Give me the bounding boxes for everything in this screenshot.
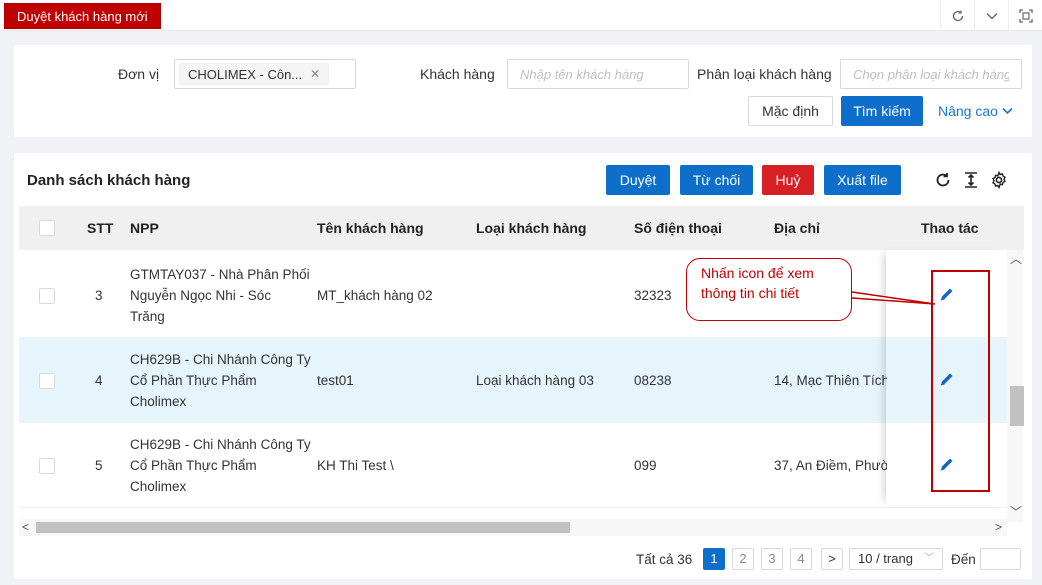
col-stt: STT	[87, 220, 114, 236]
annotation-callout: Nhấn icon để xem thông tin chi tiết	[686, 258, 852, 321]
vertical-scrollbar[interactable]: ︿ ﹀	[1007, 250, 1024, 522]
row-loai-kh: Loại khách hàng 03	[476, 373, 594, 388]
row-ten-kh: MT_khách hàng 02	[317, 288, 433, 303]
chevron-down-icon[interactable]	[974, 0, 1008, 31]
row-checkbox[interactable]	[39, 458, 55, 474]
table-row[interactable]: 4 CH629B - Chi Nhánh Công Ty Cổ Phần Thự…	[19, 338, 1009, 423]
reject-button[interactable]: Từ chối	[680, 165, 753, 195]
row-stt: 3	[95, 288, 103, 303]
row-sdt: 32323	[634, 288, 672, 303]
filter-panel: Đơn vị CHOLIMEX - Côn... ✕ Khách hàng Ph…	[14, 45, 1032, 137]
search-button[interactable]: Tìm kiếm	[841, 96, 923, 126]
fullscreen-icon[interactable]	[1008, 0, 1042, 31]
top-icons	[940, 0, 1042, 31]
row-sdt: 099	[634, 458, 657, 473]
row-npp-line: CH629B - Chi Nhánh Công Ty	[130, 352, 311, 367]
scroll-right-icon[interactable]: >	[995, 520, 1002, 534]
export-button[interactable]: Xuất file	[824, 165, 901, 195]
customer-list-panel: Danh sách khách hàng Duyệt Từ chối Huỷ X…	[14, 153, 1032, 579]
chevron-down-icon: ﹀	[924, 553, 934, 564]
don-vi-select[interactable]: CHOLIMEX - Côn... ✕	[174, 59, 356, 89]
row-stt: 5	[95, 458, 103, 473]
horizontal-scroll-thumb[interactable]	[36, 522, 570, 533]
row-dia-chi: 14, Mạc Thiên Tích,	[774, 373, 887, 388]
row-npp-line: GTMTAY037 - Nhà Phân Phối	[130, 267, 310, 282]
advanced-link[interactable]: Nâng cao	[938, 96, 1013, 126]
row-checkbox[interactable]	[39, 373, 55, 389]
column-height-icon[interactable]	[958, 167, 984, 193]
don-vi-tag-label: CHOLIMEX - Côn...	[188, 67, 303, 82]
table-header: STT NPP Tên khách hàng Loại khách hàng S…	[19, 206, 1024, 250]
page-1[interactable]: 1	[703, 548, 725, 570]
refresh-icon[interactable]	[940, 0, 974, 31]
cancel-button[interactable]: Huỷ	[762, 165, 814, 195]
row-ten-kh: KH Thi Test \	[317, 458, 394, 473]
scroll-left-icon[interactable]: <	[22, 520, 29, 534]
annotation-highlight-box	[931, 270, 990, 492]
goto-label: Đến	[951, 552, 976, 567]
col-npp: NPP	[130, 220, 159, 236]
annotation-line: Nhấn icon để xem	[701, 265, 814, 281]
approve-button[interactable]: Duyệt	[606, 165, 670, 195]
page-2[interactable]: 2	[732, 548, 754, 570]
advanced-link-label: Nâng cao	[938, 103, 998, 119]
tag-close-icon[interactable]: ✕	[310, 64, 320, 84]
row-npp-line: Cholimex	[130, 394, 187, 409]
col-sdt: Số điện thoại	[634, 220, 722, 236]
scroll-up-icon[interactable]: ︿	[1010, 250, 1022, 267]
khach-hang-input[interactable]	[507, 59, 689, 89]
page-4[interactable]: 4	[790, 548, 812, 570]
row-dia-chi: 37, An Điềm, Phườn	[774, 458, 887, 473]
table-row[interactable]: 5 CH629B - Chi Nhánh Công Ty Cổ Phần Thự…	[19, 423, 1009, 508]
page-size-select[interactable]: 10 / trang ﹀	[849, 548, 943, 570]
don-vi-label: Đơn vị	[118, 66, 160, 82]
row-npp-line: CH629B - Chi Nhánh Công Ty	[130, 437, 311, 452]
col-dia-chi: Địa chỉ	[774, 220, 820, 236]
settings-gear-icon[interactable]	[986, 167, 1012, 193]
page-size-value: 10 / trang	[858, 551, 913, 566]
col-ten-kh: Tên khách hàng	[317, 220, 424, 236]
annotation-line: thông tin chi tiết	[701, 285, 800, 301]
khach-hang-label: Khách hàng	[420, 66, 495, 82]
col-loai-kh: Loại khách hàng	[476, 220, 587, 236]
goto-page-input[interactable]	[980, 548, 1021, 570]
row-stt: 4	[95, 373, 103, 388]
total-count: Tất cả 36	[636, 552, 693, 567]
row-npp-line: Cổ Phần Thực Phẩm	[130, 373, 257, 388]
row-npp-line: Nguyễn Ngọc Nhi - Sóc	[130, 288, 272, 303]
row-checkbox[interactable]	[39, 288, 55, 304]
phan-loai-label: Phân loại khách hàng	[697, 66, 832, 82]
top-bar: Duyệt khách hàng mới	[0, 0, 1042, 31]
row-npp-line: Cổ Phần Thực Phẩm	[130, 458, 257, 473]
row-ten-kh: test01	[317, 373, 354, 388]
page-3[interactable]: 3	[761, 548, 783, 570]
list-title: Danh sách khách hàng	[27, 172, 191, 189]
row-npp-line: Trăng	[130, 309, 165, 324]
reload-icon[interactable]	[930, 167, 956, 193]
select-all-checkbox[interactable]	[39, 220, 55, 236]
col-thao-tac: Thao tác	[921, 220, 979, 236]
page-tab-title[interactable]: Duyệt khách hàng mới	[4, 3, 161, 29]
row-npp-line: Cholimex	[130, 479, 187, 494]
phan-loai-select[interactable]	[840, 59, 1022, 89]
chevron-down-icon	[1002, 107, 1013, 115]
vertical-scroll-thumb[interactable]	[1010, 386, 1024, 426]
horizontal-scrollbar[interactable]: < >	[19, 519, 1007, 536]
scroll-down-icon[interactable]: ﹀	[1010, 503, 1022, 520]
table-row[interactable]: 3 GTMTAY037 - Nhà Phân Phối Nguyễn Ngọc …	[19, 253, 1009, 338]
row-sdt: 08238	[634, 373, 672, 388]
don-vi-tag: CHOLIMEX - Côn... ✕	[179, 63, 330, 85]
next-page-button[interactable]: >	[821, 548, 843, 570]
default-button[interactable]: Mặc định	[748, 96, 833, 126]
